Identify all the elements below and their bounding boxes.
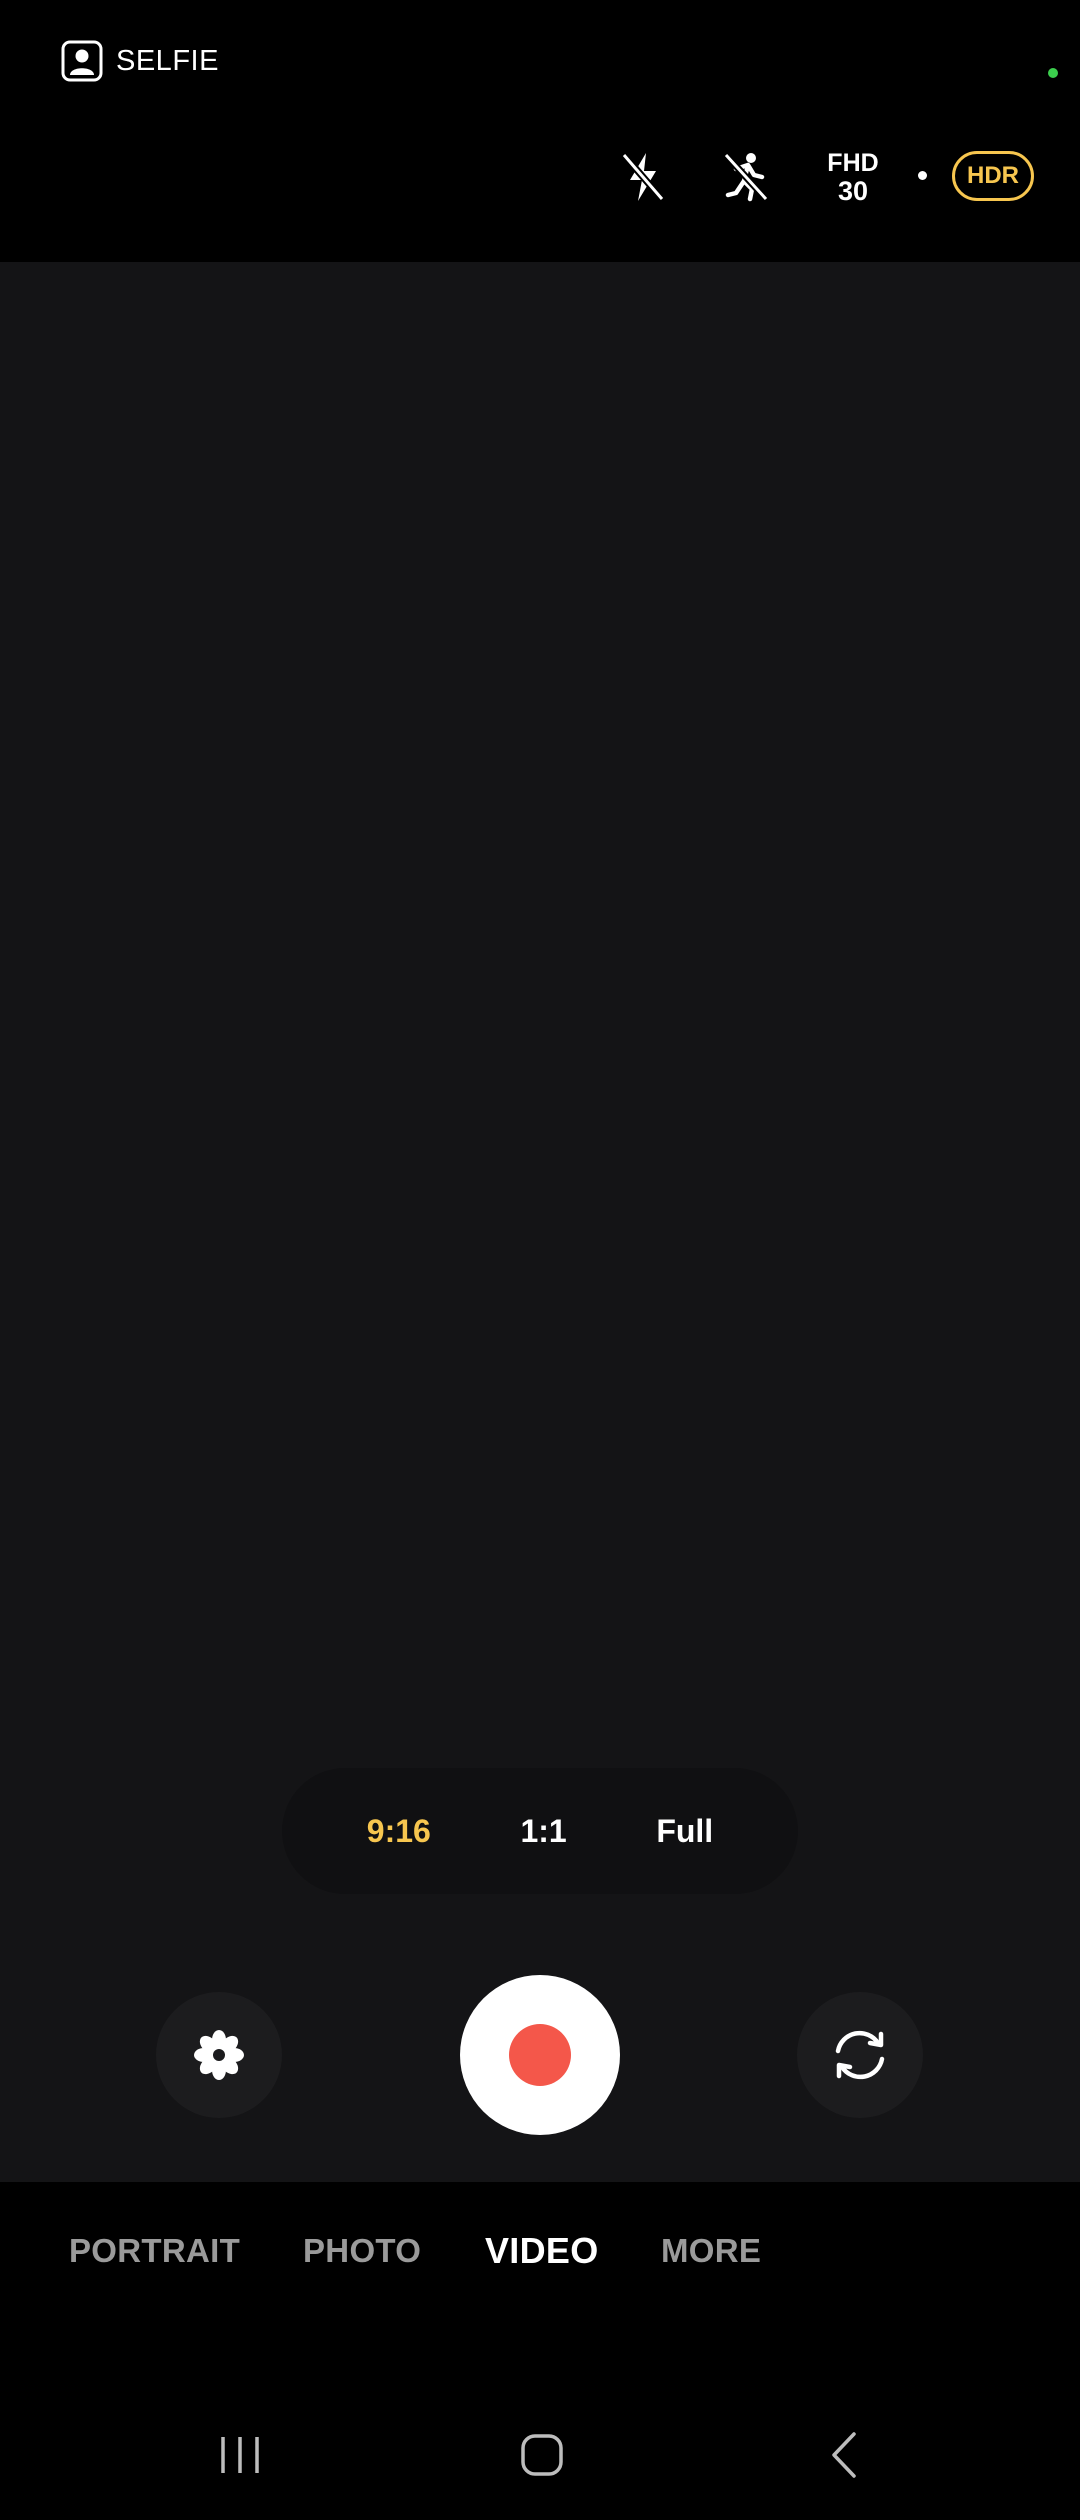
mode-photo[interactable]: PHOTO bbox=[303, 2232, 421, 2270]
top-bar: SELFIE FHD 30 HDR bbox=[0, 0, 1080, 262]
camera-viewfinder[interactable] bbox=[0, 262, 1080, 2182]
recents-icon bbox=[221, 2437, 259, 2473]
flash-off-icon bbox=[621, 152, 665, 202]
framerate-label: 30 bbox=[837, 176, 869, 206]
record-icon bbox=[509, 2024, 571, 2086]
video-resolution-button[interactable]: FHD 30 bbox=[818, 146, 888, 208]
mode-portrait[interactable]: PORTRAIT bbox=[69, 2232, 240, 2270]
switch-camera-icon bbox=[835, 2030, 885, 2080]
motion-photo-button[interactable] bbox=[715, 146, 777, 208]
effects-button[interactable] bbox=[156, 1992, 282, 2118]
back-icon bbox=[832, 2432, 856, 2478]
ratio-1-1-option[interactable]: 1:1 bbox=[520, 1813, 566, 1850]
resolution-label: FHD bbox=[827, 149, 879, 177]
mode-more[interactable]: MORE bbox=[661, 2232, 761, 2270]
separator-dot bbox=[918, 171, 927, 180]
ratio-full-option[interactable]: Full bbox=[656, 1813, 713, 1850]
flower-effects-icon bbox=[194, 2030, 244, 2080]
home-icon bbox=[521, 2434, 563, 2476]
selfie-label: SELFIE bbox=[116, 44, 219, 77]
camera-screen: SELFIE FHD 30 HDR 9:16 1:1 Full PORTRAIT… bbox=[0, 0, 1080, 2520]
back-button[interactable] bbox=[804, 2420, 884, 2490]
selfie-portrait-icon bbox=[61, 40, 103, 82]
flash-button[interactable] bbox=[612, 146, 674, 208]
mode-video[interactable]: VIDEO bbox=[485, 2230, 599, 2272]
hdr-label: HDR bbox=[967, 162, 1019, 189]
record-button[interactable] bbox=[460, 1975, 620, 2135]
recents-button[interactable] bbox=[200, 2420, 280, 2490]
aspect-ratio-selector: 9:16 1:1 Full bbox=[282, 1768, 798, 1894]
selfie-button[interactable]: SELFIE bbox=[60, 36, 219, 86]
ratio-9-16-option[interactable]: 9:16 bbox=[367, 1813, 431, 1850]
privacy-indicator-dot bbox=[1048, 68, 1058, 78]
hdr-button[interactable]: HDR bbox=[952, 151, 1034, 201]
home-button[interactable] bbox=[502, 2420, 582, 2490]
motion-off-icon bbox=[723, 152, 769, 202]
switch-camera-button[interactable] bbox=[797, 1992, 923, 2118]
